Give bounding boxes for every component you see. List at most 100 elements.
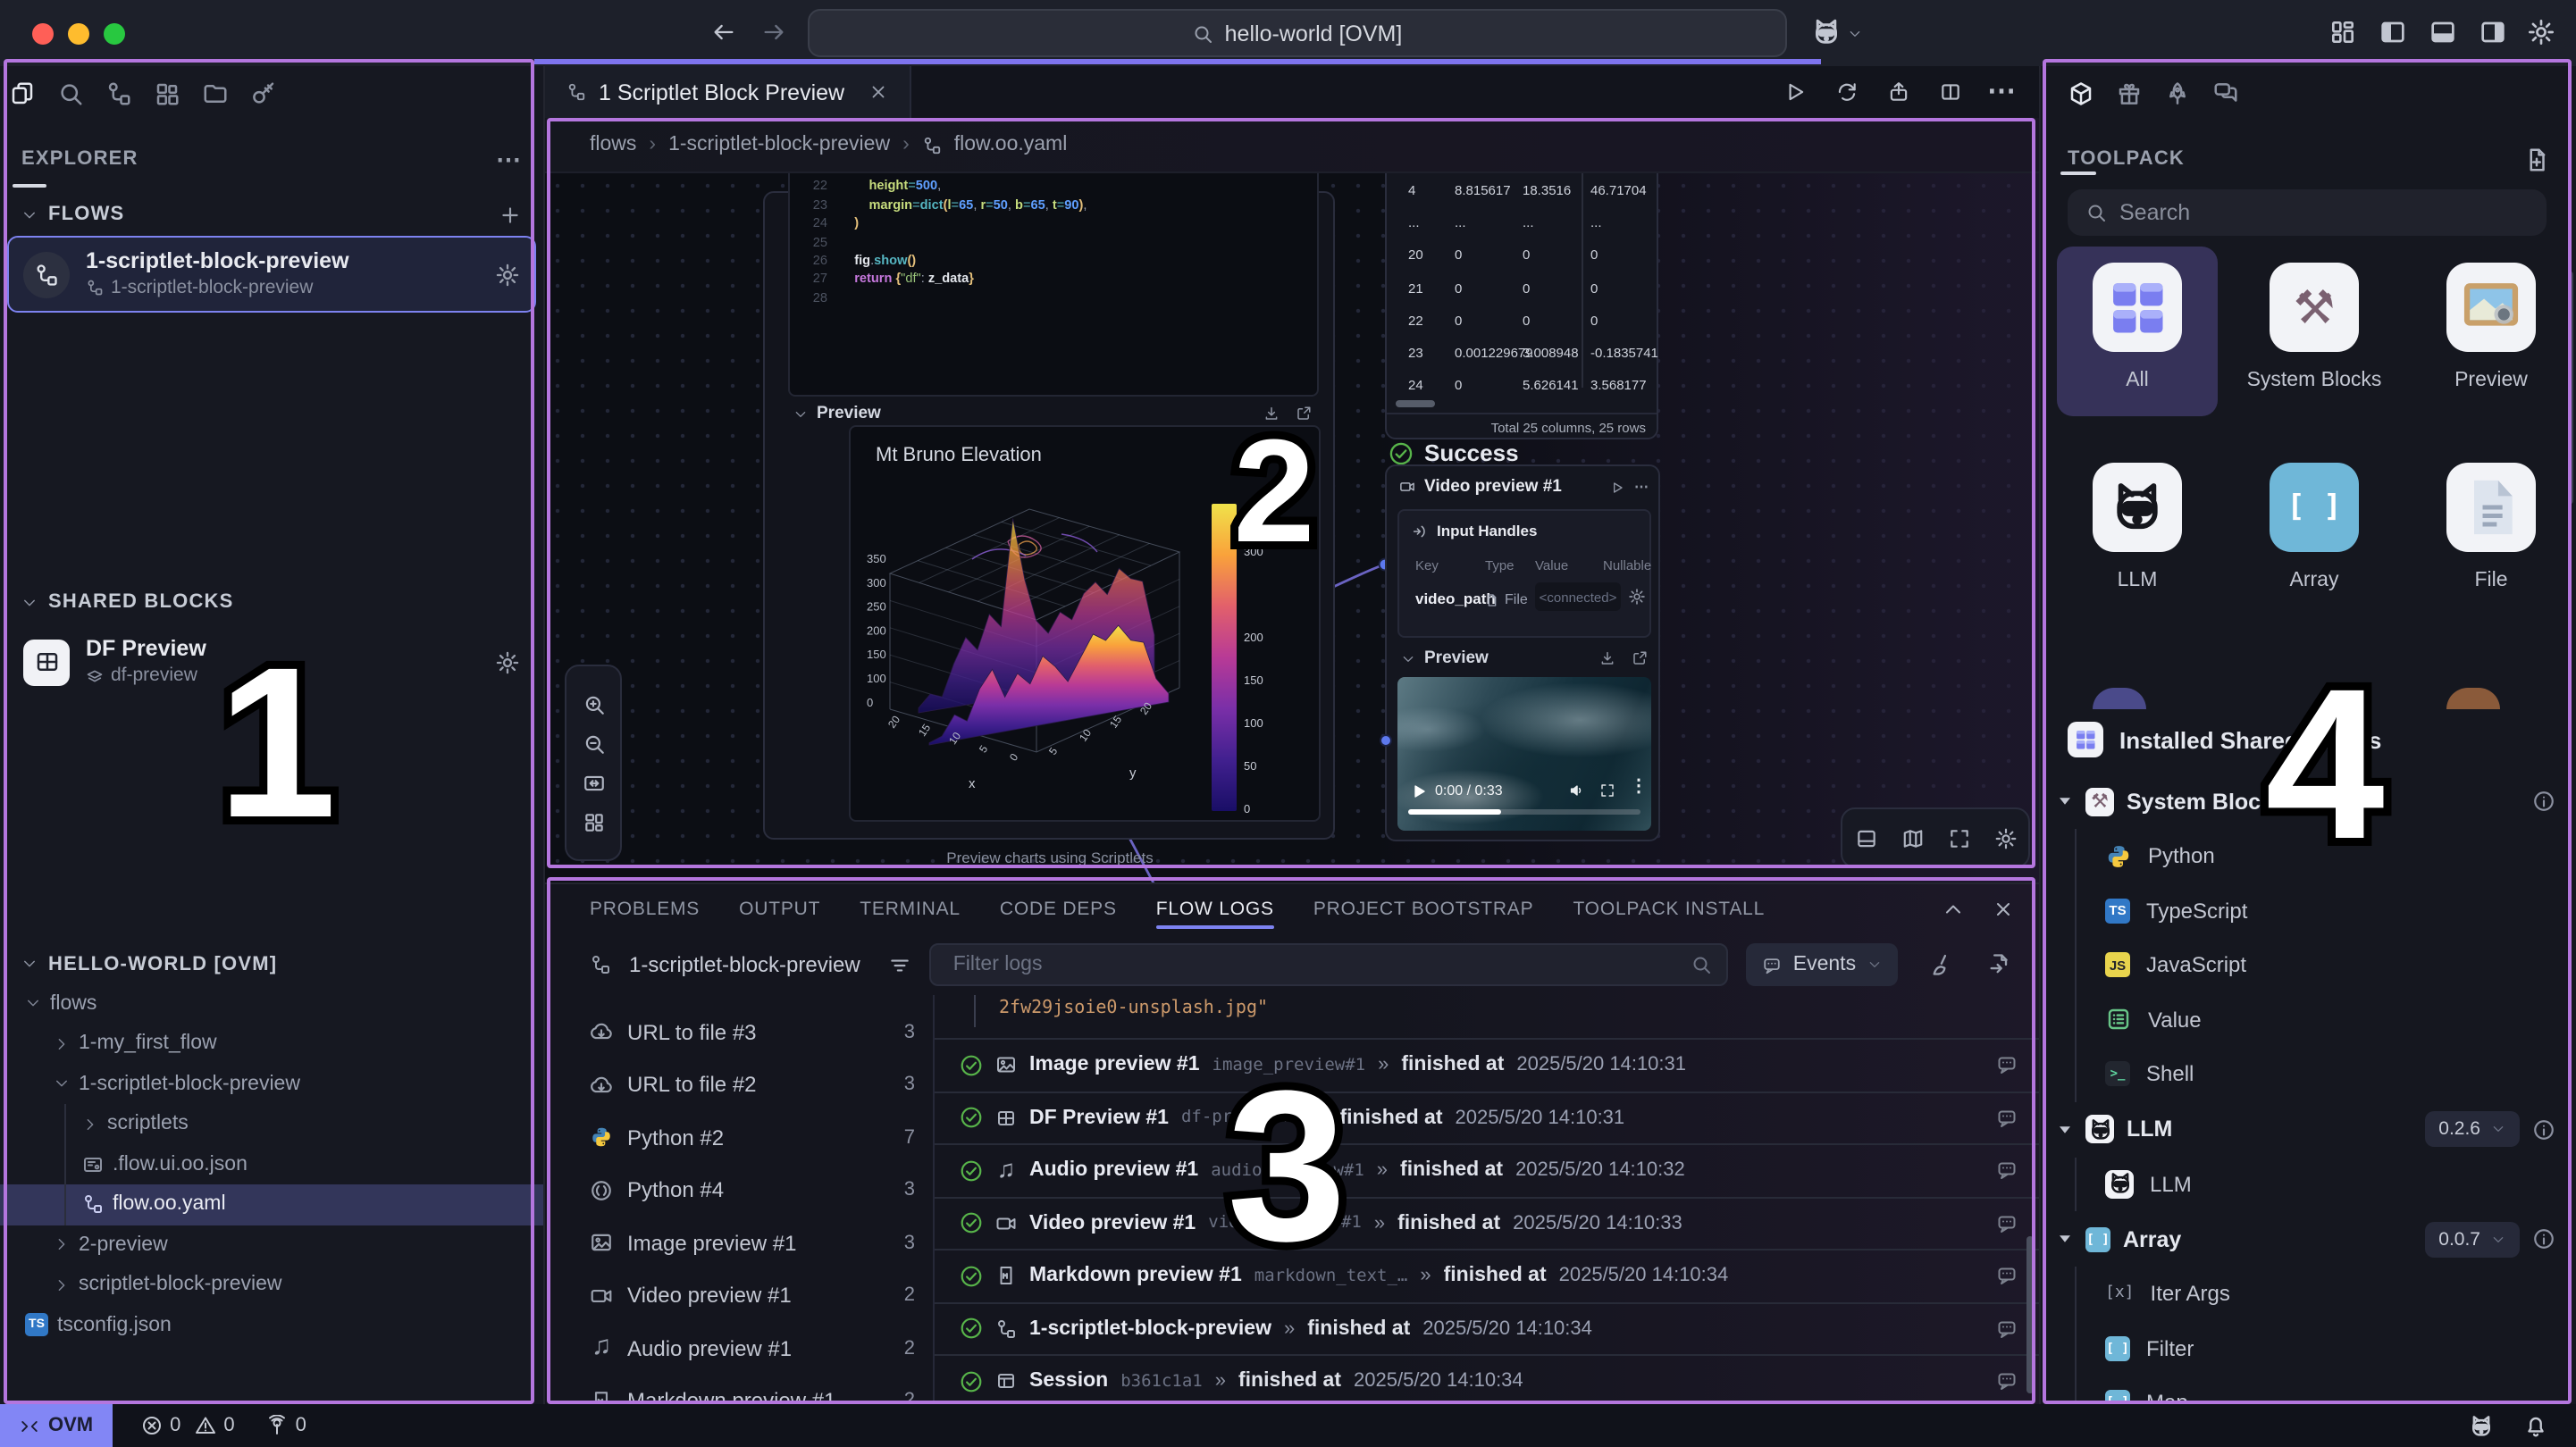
bell-icon[interactable] bbox=[2522, 1412, 2547, 1437]
zoom-traffic-light[interactable] bbox=[104, 22, 125, 44]
run-node-icon[interactable] bbox=[1610, 480, 1624, 494]
block-item-javascript[interactable]: JSJavaScript bbox=[2041, 938, 2573, 992]
video-play-icon[interactable] bbox=[1412, 784, 1426, 799]
comment-icon[interactable] bbox=[1996, 1108, 2018, 1129]
export-logs-icon[interactable] bbox=[1986, 952, 2011, 977]
tree-item-tsconfig.json[interactable]: TStsconfig.json bbox=[0, 1305, 543, 1345]
info-icon[interactable] bbox=[2532, 790, 2555, 813]
editor-action-split-icon[interactable] bbox=[1939, 80, 1962, 104]
tree-item-2-preview[interactable]: 2-preview bbox=[0, 1225, 543, 1265]
block-item-filter[interactable]: [ ]Filter bbox=[2041, 1321, 2573, 1376]
volume-icon[interactable] bbox=[1569, 782, 1585, 799]
toolpack-tab-gift-icon[interactable] bbox=[2114, 78, 2144, 108]
block-group-system-blocks[interactable]: ⚒System Blocks bbox=[2041, 774, 2573, 829]
back-icon[interactable] bbox=[711, 20, 736, 45]
panel-tab-terminal[interactable]: TERMINAL bbox=[860, 884, 961, 934]
open-external-icon[interactable] bbox=[1296, 406, 1312, 422]
breadcrumb-item[interactable]: flows bbox=[590, 134, 636, 155]
canvas-panel-bottom-icon[interactable] bbox=[1854, 826, 1877, 849]
table-scrollbar[interactable] bbox=[1396, 400, 1435, 406]
canvas-zoom-in-icon[interactable] bbox=[582, 692, 605, 715]
canvas-fullscreen-icon[interactable] bbox=[1947, 826, 1970, 849]
forward-icon[interactable] bbox=[761, 20, 786, 45]
open-external-icon[interactable] bbox=[1632, 650, 1648, 666]
canvas-layout-icon[interactable] bbox=[582, 810, 605, 833]
toolpack-category-all[interactable]: All bbox=[2057, 247, 2218, 416]
handle-gear-icon[interactable] bbox=[1628, 588, 1646, 606]
tree-item-scriptlets[interactable]: scriptlets bbox=[0, 1104, 543, 1144]
video-player[interactable]: 0:00 / 0:33 ⋮ bbox=[1397, 677, 1651, 831]
panel-tab-problems[interactable]: PROBLEMS bbox=[590, 884, 700, 934]
log-node-item[interactable]: ♫Audio preview #12 bbox=[545, 1322, 933, 1375]
editor-action-export-icon[interactable] bbox=[1887, 80, 1910, 104]
node-more-icon[interactable]: ⋯ bbox=[1635, 480, 1649, 494]
events-dropdown[interactable]: Events bbox=[1747, 943, 1897, 986]
tab-scriptlet-block-preview[interactable]: 1 Scriptlet Block Preview bbox=[545, 66, 910, 118]
toolpack-category-preview[interactable]: Preview bbox=[2411, 263, 2572, 395]
minimize-traffic-light[interactable] bbox=[68, 22, 89, 44]
toolpack-search[interactable]: Search bbox=[2068, 189, 2547, 236]
tree-item-flows[interactable]: flows bbox=[0, 983, 543, 1024]
info-icon[interactable] bbox=[2532, 1117, 2555, 1141]
block-group-array[interactable]: [ ]Array0.0.7 bbox=[2041, 1211, 2573, 1267]
log-node-item[interactable]: Markdown preview #12 bbox=[545, 1375, 933, 1404]
editor-action-play-icon[interactable] bbox=[1783, 80, 1807, 104]
panel-collapse-icon[interactable] bbox=[1942, 899, 1964, 920]
comment-icon[interactable] bbox=[1996, 1371, 2018, 1393]
activity-folder-icon[interactable] bbox=[200, 78, 231, 108]
block-item-shell[interactable]: >_Shell bbox=[2041, 1047, 2573, 1101]
toolpack-category-system-blocks[interactable]: ⚒System Blocks bbox=[2234, 263, 2395, 395]
download-icon[interactable] bbox=[1599, 650, 1615, 666]
log-entry[interactable]: Image preview #1image_preview#1»finished… bbox=[935, 1038, 2039, 1091]
df-table-node[interactable]: 48.81561718.351646.71704............2000… bbox=[1385, 173, 1658, 439]
tree-item-flow.oo.yaml[interactable]: flow.oo.yaml bbox=[0, 1184, 543, 1225]
workspace-header[interactable]: HELLO-WORLD [OVM] bbox=[0, 944, 543, 983]
clear-logs-icon[interactable] bbox=[1929, 952, 1954, 977]
assistant-dog-icon[interactable] bbox=[1810, 16, 1842, 48]
info-icon[interactable] bbox=[2532, 1227, 2555, 1250]
command-center[interactable]: hello-world [OVM] bbox=[808, 9, 1787, 57]
version-dropdown[interactable]: 0.2.6 bbox=[2424, 1111, 2520, 1147]
add-flow-icon[interactable] bbox=[499, 203, 522, 226]
panel-left-icon[interactable] bbox=[2379, 18, 2407, 46]
assistant-dog-icon[interactable] bbox=[2467, 1412, 2494, 1439]
activity-search-icon[interactable] bbox=[55, 78, 86, 108]
panel-tab-flow-logs[interactable]: FLOW LOGS bbox=[1156, 884, 1274, 934]
panel-tab-code-deps[interactable]: CODE DEPS bbox=[1000, 884, 1117, 934]
block-item-typescript[interactable]: TSTypeScript bbox=[2041, 883, 2573, 938]
video-more-icon[interactable]: ⋮ bbox=[1630, 777, 1648, 797]
panel-bottom-icon[interactable] bbox=[2429, 18, 2457, 46]
block-item-value[interactable]: Value bbox=[2041, 992, 2573, 1047]
comment-icon[interactable] bbox=[1996, 1055, 2018, 1076]
block-item-llm[interactable]: LLM bbox=[2041, 1157, 2573, 1211]
log-node-item[interactable]: Video preview #12 bbox=[545, 1269, 933, 1322]
comment-icon[interactable] bbox=[1996, 1160, 2018, 1182]
log-entry[interactable]: ♫Audio preview #1audio_preview#1»finishe… bbox=[935, 1143, 2039, 1196]
editor-action-more-icon[interactable]: ⋯ bbox=[1991, 80, 2014, 104]
toolpack-category-llm[interactable]: LLM bbox=[2057, 463, 2218, 595]
scriptlet-node[interactable]: 21 width=500,22 height=500,23 margin=dic… bbox=[763, 191, 1335, 840]
breadcrumb-item[interactable]: flow.oo.yaml bbox=[954, 134, 1068, 155]
log-entry[interactable]: DF Preview #1df-preview#1»finished at202… bbox=[935, 1091, 2039, 1143]
input-handle-dot[interactable] bbox=[1380, 734, 1392, 747]
panel-tab-output[interactable]: OUTPUT bbox=[739, 884, 820, 934]
log-node-item[interactable]: Image preview #13 bbox=[545, 1217, 933, 1269]
panel-close-icon[interactable] bbox=[1993, 899, 2014, 920]
tree-item-1-scriptlet-block-preview[interactable]: 1-scriptlet-block-preview bbox=[0, 1064, 543, 1104]
canvas-minimap-icon[interactable] bbox=[1901, 826, 1924, 849]
video-preview-node[interactable]: Video preview #1 ⋯ Input Handles KeyType… bbox=[1385, 464, 1660, 841]
panel-tab-toolpack-install[interactable]: TOOLPACK INSTALL bbox=[1573, 884, 1765, 934]
flow-item-1-scriptlet-block-preview[interactable]: 1-scriptlet-block-preview 1-scriptlet-bl… bbox=[9, 238, 534, 312]
activity-key-icon[interactable] bbox=[248, 78, 279, 108]
comment-icon[interactable] bbox=[1996, 1266, 2018, 1287]
toolpack-tab-chat-icon[interactable] bbox=[2211, 78, 2241, 108]
shared-block-df-preview[interactable]: DF Preview df-preview bbox=[9, 626, 534, 700]
comment-icon[interactable] bbox=[1996, 1213, 2018, 1234]
chevron-down-icon[interactable] bbox=[1848, 27, 1862, 41]
video-preview-header[interactable]: Preview bbox=[1401, 648, 1648, 668]
explorer-more-icon[interactable]: ⋯ bbox=[497, 146, 522, 171]
editor-action-rerun-icon[interactable] bbox=[1835, 80, 1859, 104]
ports-status[interactable]: 0 bbox=[267, 1415, 306, 1436]
canvas-fit-width-icon[interactable] bbox=[582, 771, 605, 794]
log-node-item[interactable]: Python #27 bbox=[545, 1111, 933, 1164]
